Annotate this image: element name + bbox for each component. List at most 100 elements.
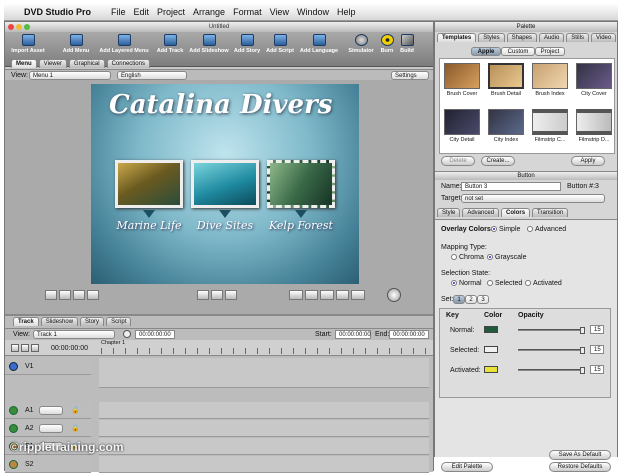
- target-popup[interactable]: not set: [461, 194, 605, 203]
- track-lane-s2[interactable]: [99, 456, 429, 473]
- overlay-advanced-radio[interactable]: Advanced: [527, 226, 566, 233]
- tab-audio[interactable]: Audio: [538, 33, 565, 42]
- template-thumb-city-detail[interactable]: [444, 109, 480, 135]
- add-story-button[interactable]: Add Story: [231, 34, 263, 54]
- close-icon[interactable]: [8, 24, 14, 30]
- apply-button[interactable]: Apply: [571, 156, 605, 166]
- play-icon[interactable]: [21, 344, 29, 352]
- menu-edit[interactable]: Edit: [134, 7, 158, 17]
- title-safe-icon[interactable]: [351, 290, 365, 300]
- add-slideshow-button[interactable]: Add Slideshow: [188, 34, 230, 54]
- state-normal-radio[interactable]: Normal: [451, 280, 482, 287]
- add-menu-button[interactable]: Add Menu: [61, 34, 91, 54]
- template-thumb-city-cover[interactable]: [576, 63, 612, 89]
- set-2[interactable]: 2: [465, 295, 477, 304]
- add-script-button[interactable]: Add Script: [263, 34, 297, 54]
- state-activated-radio[interactable]: Activated: [525, 280, 562, 287]
- start-field[interactable]: 00:00:00:00: [335, 330, 371, 339]
- end-icon[interactable]: [31, 344, 39, 352]
- tab-track[interactable]: Track: [13, 317, 39, 326]
- button-name-field[interactable]: Button 3: [461, 182, 561, 191]
- end-field[interactable]: 00:00:00:00: [389, 330, 429, 339]
- align-left-icon[interactable]: [289, 290, 303, 300]
- normal-opacity-field[interactable]: 15: [590, 325, 604, 334]
- menu-format[interactable]: Format: [233, 7, 270, 17]
- set-1[interactable]: 1: [453, 295, 465, 304]
- align-center-icon[interactable]: [304, 290, 319, 300]
- distribute-icon[interactable]: [335, 290, 350, 300]
- tab-shapes[interactable]: Shapes: [506, 33, 537, 42]
- add-language-button[interactable]: Add Language: [298, 34, 340, 54]
- send-back-icon[interactable]: [87, 290, 99, 300]
- segment-apple[interactable]: Apple: [471, 47, 501, 56]
- background-icon[interactable]: [197, 290, 209, 300]
- lock-icon[interactable]: 🔒: [71, 406, 80, 414]
- track-lane-v1[interactable]: [99, 358, 429, 388]
- track-lane-s1[interactable]: [99, 438, 429, 455]
- timecode-field[interactable]: 00:00:00:00: [135, 330, 175, 339]
- template-thumb-brush-cover[interactable]: [444, 63, 480, 89]
- mapping-chroma-radio[interactable]: Chroma: [451, 254, 484, 261]
- delete-button[interactable]: Delete: [441, 156, 475, 166]
- tab-style[interactable]: Style: [437, 208, 461, 217]
- tab-graphical[interactable]: Graphical: [68, 59, 105, 68]
- menu-help[interactable]: Help: [337, 7, 364, 17]
- edit-palette-button[interactable]: Edit Palette: [441, 462, 493, 472]
- template-thumb-filmstrip-detail[interactable]: [576, 109, 612, 135]
- tab-transition[interactable]: Transition: [532, 208, 569, 217]
- menu-project[interactable]: Project: [157, 7, 193, 17]
- state-selected-radio[interactable]: Selected: [487, 280, 522, 287]
- tab-styles[interactable]: Styles: [478, 33, 505, 42]
- menu-button-marine-life[interactable]: [115, 160, 183, 208]
- align-right-icon[interactable]: [320, 290, 334, 300]
- bring-front-icon[interactable]: [45, 290, 57, 300]
- template-thumb-city-index[interactable]: [488, 109, 524, 135]
- track-lane-a2[interactable]: [99, 420, 429, 437]
- selected-opacity-field[interactable]: 15: [590, 345, 604, 354]
- zoom-icon[interactable]: [24, 24, 30, 30]
- language-popup[interactable]: English: [117, 71, 187, 80]
- burn-button[interactable]: Burn: [377, 34, 397, 54]
- menu-view-popup[interactable]: Menu 1: [29, 71, 111, 80]
- tab-story[interactable]: Story: [80, 317, 105, 326]
- menu-view[interactable]: View: [270, 7, 297, 17]
- track-header-a1[interactable]: A1 🔒: [5, 402, 91, 419]
- simulate-menu-icon[interactable]: [387, 288, 401, 302]
- menu-arrange[interactable]: Arrange: [193, 7, 233, 17]
- track-header-a2[interactable]: A2 🔒: [5, 420, 91, 437]
- track-lane-a1[interactable]: [99, 402, 429, 419]
- selected-color-swatch[interactable]: [484, 346, 498, 353]
- settings-popup[interactable]: Settings: [391, 71, 429, 80]
- restore-defaults-button[interactable]: Restore Defaults: [549, 462, 611, 472]
- mapping-grayscale-radio[interactable]: Grayscale: [487, 254, 527, 261]
- normal-opacity-slider[interactable]: [518, 327, 585, 334]
- home-icon[interactable]: [11, 344, 19, 352]
- normal-color-swatch[interactable]: [484, 326, 498, 333]
- menu-window[interactable]: Window: [297, 7, 337, 17]
- simulator-button[interactable]: Simulator: [345, 34, 377, 54]
- menu-button-dive-sites[interactable]: [191, 160, 259, 208]
- app-menu[interactable]: DVD Studio Pro: [24, 7, 99, 17]
- add-layered-menu-button[interactable]: Add Layered Menu: [96, 34, 152, 54]
- tab-stills[interactable]: Stills: [566, 33, 589, 42]
- tab-slideshow[interactable]: Slideshow: [40, 317, 79, 326]
- preview-icon[interactable]: [211, 290, 223, 300]
- minimize-icon[interactable]: [16, 24, 22, 30]
- import-asset-button[interactable]: Import Asset: [11, 34, 45, 54]
- display-icon[interactable]: [225, 290, 237, 300]
- tab-viewer[interactable]: Viewer: [38, 59, 67, 68]
- tab-menu[interactable]: Menu: [11, 59, 37, 68]
- tab-script[interactable]: Script: [106, 317, 132, 326]
- lock-icon[interactable]: 🔒: [71, 424, 80, 432]
- track-header-s2[interactable]: S2: [5, 456, 91, 473]
- activated-color-swatch[interactable]: [484, 366, 498, 373]
- chapter-marker[interactable]: Chapter 1: [101, 340, 125, 346]
- track-header-v1[interactable]: V1: [5, 358, 91, 375]
- tab-video[interactable]: Video: [590, 33, 617, 42]
- build-button[interactable]: Build: [397, 34, 417, 54]
- send-backward-icon[interactable]: [73, 290, 85, 300]
- activated-opacity-slider[interactable]: [518, 367, 585, 374]
- tab-advanced[interactable]: Advanced: [462, 208, 500, 217]
- menu-canvas[interactable]: Catalina Divers Marine Life Dive Sites K…: [91, 84, 359, 284]
- menu-button-kelp-forest[interactable]: [267, 160, 335, 208]
